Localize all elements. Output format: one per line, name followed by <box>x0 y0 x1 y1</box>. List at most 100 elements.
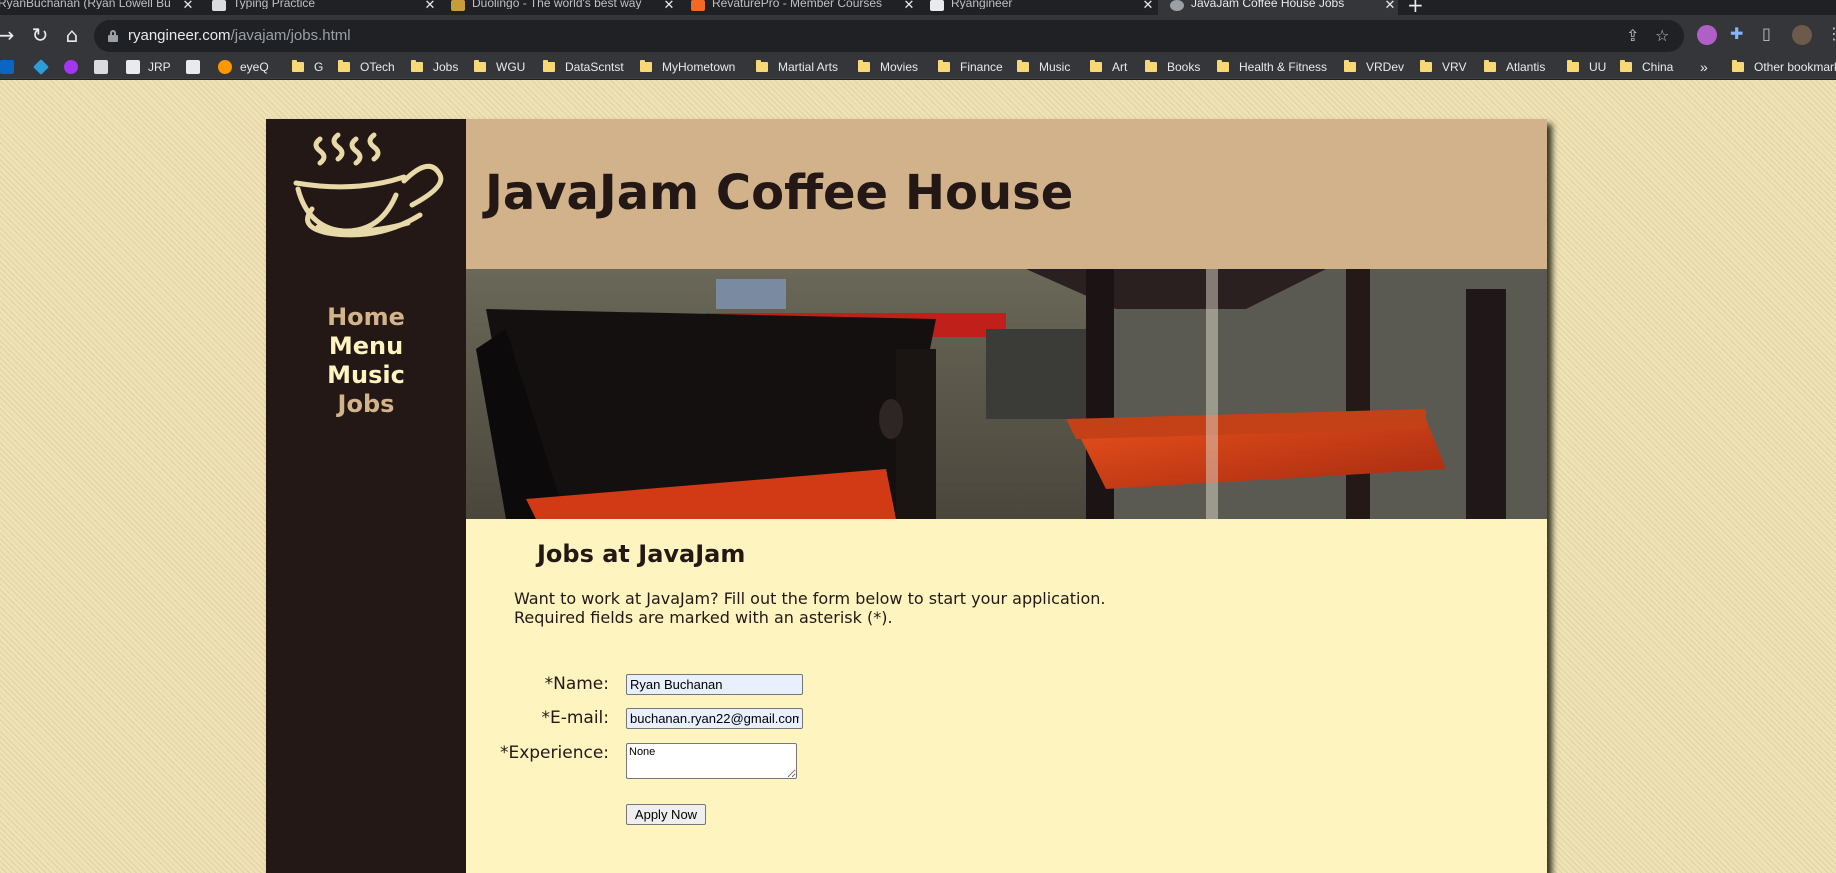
diamond-bookmark[interactable] <box>33 59 56 75</box>
bookmark-art[interactable]: Art <box>1090 59 1127 75</box>
reload-icon[interactable]: ↻ <box>28 23 52 47</box>
linkedin-bookmark[interactable] <box>0 59 22 75</box>
menu-dots-icon[interactable]: ⋮ <box>1826 24 1836 44</box>
ryangineer-icon <box>930 0 944 11</box>
bookmark-label: Atlantis <box>1506 60 1546 74</box>
page-heading: Jobs at JavaJam <box>537 540 746 568</box>
bookmark-music[interactable]: Music <box>1017 59 1070 75</box>
folder-icon <box>858 60 870 72</box>
intro-line-1: Want to work at JavaJam? Fill out the fo… <box>514 589 1106 608</box>
tab-javajam-jobs[interactable]: JavaJam Coffee House Jobs ✕ <box>1158 0 1398 15</box>
bookmark-jobs[interactable]: Jobs <box>411 59 458 75</box>
bookmark-china[interactable]: China <box>1620 59 1673 75</box>
page-icon <box>94 60 108 74</box>
site-header: JavaJam Coffee House <box>466 119 1547 269</box>
bookmark-atlantis[interactable]: Atlantis <box>1484 59 1545 75</box>
tab-github[interactable]: RyanBuchanan (Ryan Lowell Bu ✕ <box>0 0 196 15</box>
home-icon[interactable]: ⌂ <box>60 23 84 47</box>
url-text[interactable]: ryangineer.com/javajam/jobs.html <box>128 27 351 44</box>
other-bookmarks[interactable]: Other bookmarks <box>1732 59 1836 75</box>
bookmark-martial-arts[interactable]: Martial Arts <box>756 59 838 75</box>
bookmark-label: MyHometown <box>662 60 736 74</box>
email-field[interactable] <box>626 708 803 729</box>
puzzle-extensions-icon[interactable]: ✚ <box>1730 24 1743 44</box>
nav-music-link[interactable]: Music <box>266 361 466 390</box>
forward-arrow-icon[interactable]: → <box>0 23 18 47</box>
bookmark-movies[interactable]: Movies <box>858 59 918 75</box>
bookmark-g[interactable]: G <box>292 59 323 75</box>
bookmark-label: VRV <box>1442 60 1467 74</box>
side-panel-icon[interactable]: ▯ <box>1762 24 1771 44</box>
bookmark-wgu[interactable]: WGU <box>474 59 525 75</box>
bookmark-label: G <box>314 60 324 74</box>
bookmark-vrdev[interactable]: VRDev <box>1344 59 1404 75</box>
ryangineer-icon <box>186 60 200 74</box>
nav-menu-link[interactable]: Menu <box>266 332 466 361</box>
bookmark-finance[interactable]: Finance <box>938 59 1003 75</box>
globe-icon <box>1170 0 1184 11</box>
name-label: *Name: <box>544 674 609 694</box>
bookmark-vrv[interactable]: VRV <box>1420 59 1466 75</box>
close-tab-icon[interactable]: ✕ <box>422 0 438 11</box>
bookmark-label: China <box>1642 60 1674 74</box>
lock-icon[interactable] <box>108 30 118 42</box>
bookmark-star-icon[interactable]: ☆ <box>1655 26 1669 46</box>
eyeq-icon <box>218 60 232 74</box>
page-icon <box>212 0 226 11</box>
bookmark-otech[interactable]: OTech <box>338 59 395 75</box>
bookmark-health-fitness[interactable]: Health & Fitness <box>1217 59 1327 75</box>
folder-icon <box>1620 60 1632 72</box>
bookmark-label: UU <box>1589 60 1607 74</box>
tab-title: Typing Practice <box>233 0 316 9</box>
bookmark-label: Music <box>1039 60 1071 74</box>
bookmark-label: Jobs <box>433 60 459 74</box>
bookmark-label: JRP <box>148 60 171 74</box>
browser-tab-strip: RyanBuchanan (Ryan Lowell Bu ✕ Typing Pr… <box>0 0 1836 15</box>
close-tab-icon[interactable]: ✕ <box>661 0 677 11</box>
url-path: /javajam/jobs.html <box>230 27 351 44</box>
email-row: *E-mail: <box>466 708 609 730</box>
close-tab-icon[interactable]: ✕ <box>1382 0 1398 11</box>
close-tab-icon[interactable]: ✕ <box>901 0 917 11</box>
linkedin-icon <box>0 60 14 74</box>
folder-icon <box>1145 60 1157 72</box>
folder-icon <box>1420 60 1432 72</box>
apply-now-button[interactable]: Apply Now <box>626 804 706 825</box>
nav-home-link[interactable]: Home <box>266 303 466 332</box>
name-field[interactable] <box>626 674 803 695</box>
tab-revaturepro[interactable]: RevaturePro - Member Courses ✕ <box>691 0 917 15</box>
experience-textarea[interactable]: None <box>626 743 797 779</box>
new-tab-icon[interactable]: + <box>1407 0 1424 15</box>
tab-typing-practice[interactable]: Typing Practice ✕ <box>212 0 438 15</box>
address-bar[interactable]: ryangineer.com/javajam/jobs.html ⇪ ☆ <box>94 20 1684 52</box>
bookmark-eyeq[interactable]: eyeQ <box>218 59 269 75</box>
experience-row: *Experience: <box>466 743 609 765</box>
udemy-bookmark[interactable] <box>64 59 86 75</box>
nav-jobs-link[interactable]: Jobs <box>266 390 466 419</box>
ryangineer-bookmark[interactable] <box>186 59 208 75</box>
folder-icon <box>474 60 486 72</box>
folder-icon <box>543 60 555 72</box>
close-tab-icon[interactable]: ✕ <box>180 0 196 11</box>
close-tab-icon[interactable]: ✕ <box>1140 0 1156 11</box>
bookmark-books[interactable]: Books <box>1145 59 1200 75</box>
bookmark-jrp[interactable]: JRP <box>126 59 171 75</box>
folder-icon <box>338 60 350 72</box>
tab-title: Ryangineer <box>951 0 1013 9</box>
extension-icon[interactable] <box>1697 25 1717 45</box>
tab-duolingo[interactable]: Duolingo - The world's best way ✕ <box>451 0 677 15</box>
bookmarks-overflow-icon[interactable]: » <box>1700 59 1708 75</box>
tab-ryangineer[interactable]: Ryangineer ✕ <box>930 0 1156 15</box>
share-icon[interactable]: ⇪ <box>1626 26 1639 46</box>
folder-icon <box>640 60 652 72</box>
tab-title: RevaturePro - Member Courses <box>712 0 883 9</box>
bookmark-uu[interactable]: UU <box>1567 59 1606 75</box>
bookmark-datascntst[interactable]: DataScntst <box>543 59 624 75</box>
profile-avatar[interactable] <box>1792 25 1812 45</box>
revature-icon <box>691 0 705 11</box>
folder-icon <box>1732 60 1744 72</box>
folder-icon <box>938 60 950 72</box>
page-bookmark[interactable] <box>94 59 116 75</box>
bookmark-myhometown[interactable]: MyHometown <box>640 59 735 75</box>
intro-text: Want to work at JavaJam? Fill out the fo… <box>514 589 1106 627</box>
